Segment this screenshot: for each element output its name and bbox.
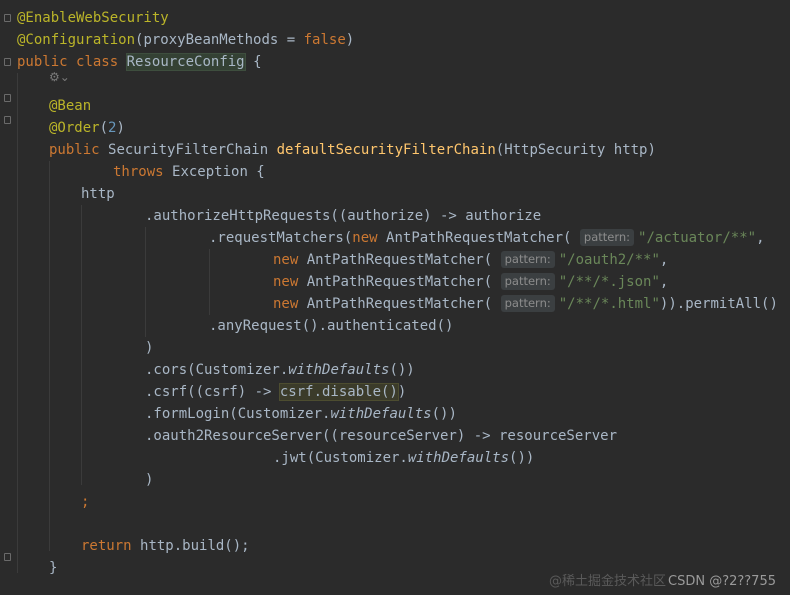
code-text: .cors(Customizer. [145,362,289,378]
code-text: .jwt(Customizer. [273,450,408,466]
code-text: ) [397,384,407,400]
code-line-23: ; [81,494,90,510]
code-line-12: new AntPathRequestMatcher( pattern: "/oau… [273,249,668,271]
watermark: @稀土掘金技术社区 CSDN @?2??755 [549,570,776,589]
code-line-3: public class ResourceConfig { [17,51,262,73]
param-hint: pattern: [500,273,555,290]
paren: ) [345,32,355,48]
watermark-text: CSDN @?2??755 [668,574,776,589]
indent-guide [81,205,82,485]
code-text: .csrf((csrf) -> [145,384,280,400]
code-line-16: ) [145,340,154,356]
type-name: SecurityFilterChain [108,142,269,158]
code-text: )).permitAll() [659,296,778,312]
keyword: public [49,142,100,158]
code-text: AntPathRequestMatcher( [306,274,493,290]
fold-marker-icon[interactable] [4,116,11,124]
code-line-19: .formLogin(Customizer.withDefaults()) [145,403,457,425]
fold-marker-icon[interactable] [4,94,11,102]
annotation: @Bean [49,98,92,114]
annotation: @Configuration [17,32,136,48]
code-text: ()) [509,450,535,466]
code-line-20: .oauth2ResourceServer((resourceServer) -… [145,428,618,444]
method-name: defaultSecurityFilterChain [276,142,496,158]
code-text: AntPathRequestMatcher( [306,296,493,312]
indent-guide [145,227,146,337]
code-text: ()) [431,406,457,422]
code-text: AntPathRequestMatcher( [386,230,572,246]
param-hint: pattern: [579,229,635,246]
editor-gutter [0,0,14,595]
code-line-22: ) [145,472,154,488]
indent-guide [17,73,18,573]
keyword: new [273,252,299,268]
code-line-6: @Order(2) [49,117,125,139]
param-hint: pattern: [500,295,555,312]
static-method: withDefaults [330,406,432,422]
code-line-17: .cors(Customizer.withDefaults()) [145,359,415,381]
fold-marker-icon[interactable] [4,553,11,561]
code-line-11: .requestMatchers(new AntPathRequestMatch… [209,227,765,249]
param-name: proxyBeanMethods = [143,32,304,48]
keyword: class [76,54,119,70]
paren: ( [99,120,109,136]
code-text: ()) [389,362,415,378]
string-literal: "/oauth2/**" [558,252,660,268]
comma: , [756,230,765,246]
keyword: throws [113,164,164,180]
watermark-cn: @稀土掘金技术社区 [549,574,667,589]
indent-guide [209,249,210,315]
keyword: new [352,230,378,246]
code-line-15: .anyRequest().authenticated() [209,318,454,334]
string-literal: "/**/*.html" [558,296,660,312]
highlighted-call: csrf.disable() [278,383,399,401]
static-method: withDefaults [288,362,390,378]
annotation: @EnableWebSecurity [17,10,169,26]
code-line-26: } [49,560,58,576]
class-name: ResourceConfig [125,53,246,71]
comma: , [659,252,669,268]
code-line-9: http [81,186,115,202]
code-line-10: .authorizeHttpRequests((authorize) -> au… [145,208,542,224]
code-text: .formLogin(Customizer. [145,406,331,422]
comma: , [659,274,669,290]
fold-marker-icon[interactable] [4,58,11,66]
keyword: false [303,32,346,48]
code-line-7: public SecurityFilterChain defaultSecuri… [49,139,656,161]
code-line-21: .jwt(Customizer.withDefaults()) [273,447,534,469]
param-hint: pattern: [500,251,555,268]
keyword: return [81,538,132,554]
brace: { [253,54,262,70]
code-text: Exception { [172,164,265,180]
fold-marker-icon[interactable] [4,14,11,22]
params: (HttpSecurity http) [495,142,656,158]
code-text: AntPathRequestMatcher( [306,252,493,268]
code-line-1: @EnableWebSecurity [17,7,169,29]
string-literal: "/actuator/**" [638,230,757,246]
code-text: http.build(); [140,538,250,554]
keyword: new [273,274,299,290]
annotation: @Order [49,120,100,136]
code-line-5: @Bean [49,95,91,117]
static-method: withDefaults [407,450,510,466]
code-line-13: new AntPathRequestMatcher( pattern: "/**/… [273,271,668,293]
string-literal: "/**/*.json" [558,274,660,290]
code-line-18: .csrf((csrf) -> csrf.disable()) [145,381,406,403]
keyword: new [273,296,299,312]
code-line-25: return http.build(); [81,535,250,557]
paren: ) [116,120,125,136]
indent-guide [49,161,50,551]
code-line-2: @Configuration(proxyBeanMethods = false) [17,29,354,51]
code-line-14: new AntPathRequestMatcher( pattern: "/**/… [273,293,778,315]
code-text: .requestMatchers( [209,230,353,246]
code-line-8: throws Exception { [113,161,265,183]
keyword: public [17,54,68,70]
